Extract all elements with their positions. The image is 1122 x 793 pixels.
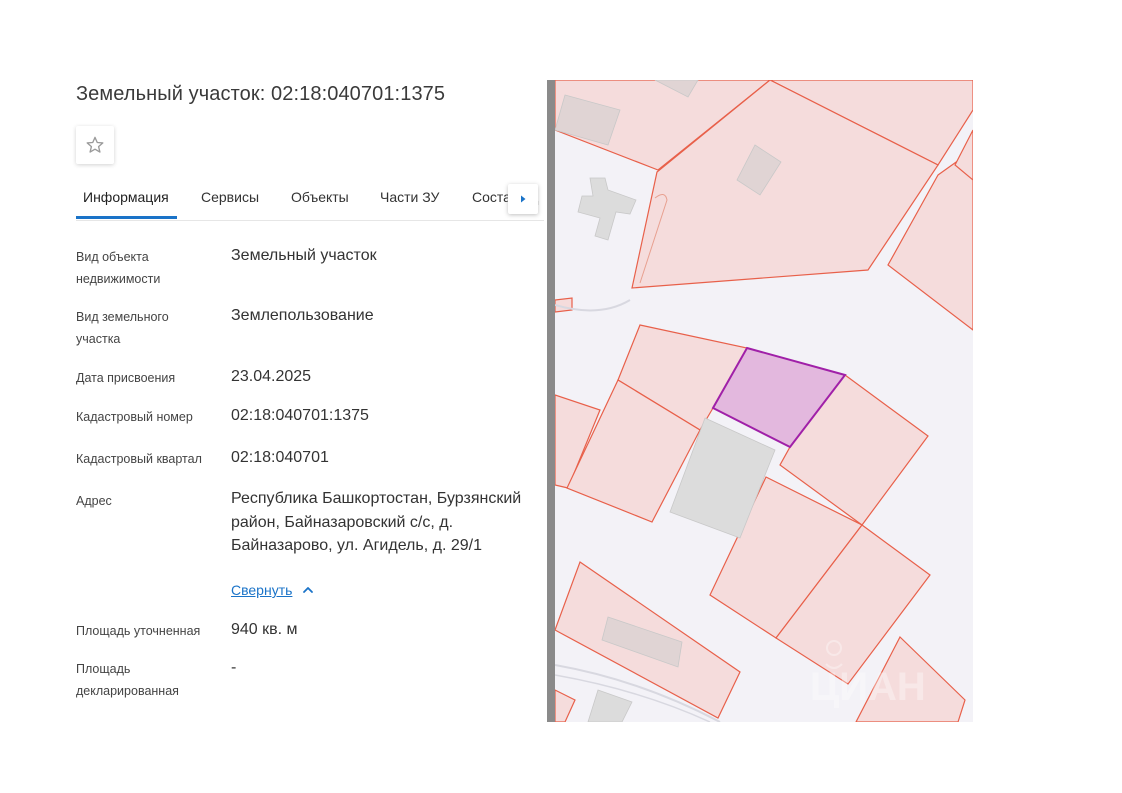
assign-date-value: 23.04.2025 [231, 368, 312, 385]
land-type-value: Землепользование [231, 307, 374, 324]
area-declared-label: Площадь декларированная [76, 662, 179, 698]
tab-bar: Информация Сервисы Объекты Части ЗУ Сост… [76, 178, 544, 221]
address-label: Адрес [76, 494, 112, 508]
map-building [587, 689, 633, 722]
object-type-label: Вид объекта недвижимости [76, 250, 161, 286]
cadastral-quarter-value: 02:18:040701 [231, 449, 329, 466]
map-parcel [555, 689, 576, 722]
info-panel: Земельный участок: 02:18:040701:1375 Инф… [0, 0, 548, 793]
page-title: Земельный участок: 02:18:040701:1375 [76, 83, 446, 105]
tab-objects[interactable]: Объекты [291, 189, 349, 205]
area-specified-value: 940 кв. м [231, 621, 298, 638]
cadastral-quarter-label: Кадастровый квартал [76, 452, 202, 466]
area-specified-label: Площадь уточненная [76, 624, 201, 638]
caret-right-icon [521, 195, 526, 203]
address-value: Республика Башкортостан, Бурзянский райо… [231, 490, 522, 554]
assign-date-label: Дата присвоения [76, 371, 176, 385]
star-outline-icon [86, 136, 104, 153]
cadastral-number-value: 02:18:040701:1375 [231, 407, 369, 424]
collapse-toggle[interactable]: Свернуть [231, 582, 314, 598]
object-type-value: Земельный участок [231, 247, 377, 264]
panel-divider[interactable] [547, 80, 555, 722]
cadastral-map[interactable]: ЦИАН [555, 80, 973, 722]
cadastral-number-label: Кадастровый номер [76, 410, 193, 424]
collapse-link[interactable]: Свернуть [231, 582, 292, 598]
area-declared-value: - [231, 659, 237, 676]
map-building [577, 177, 637, 241]
chevron-up-icon [303, 587, 314, 593]
tab-parts[interactable]: Части ЗУ [380, 189, 439, 205]
active-tab-indicator [76, 216, 177, 219]
cian-watermark-text: ЦИАН [810, 665, 926, 709]
tab-services[interactable]: Сервисы [201, 189, 259, 205]
tab-information[interactable]: Информация [83, 189, 169, 205]
tabs-scroll-right-button[interactable] [508, 184, 538, 214]
land-type-label: Вид земельного участка [76, 310, 169, 346]
favorite-button[interactable] [76, 126, 114, 164]
